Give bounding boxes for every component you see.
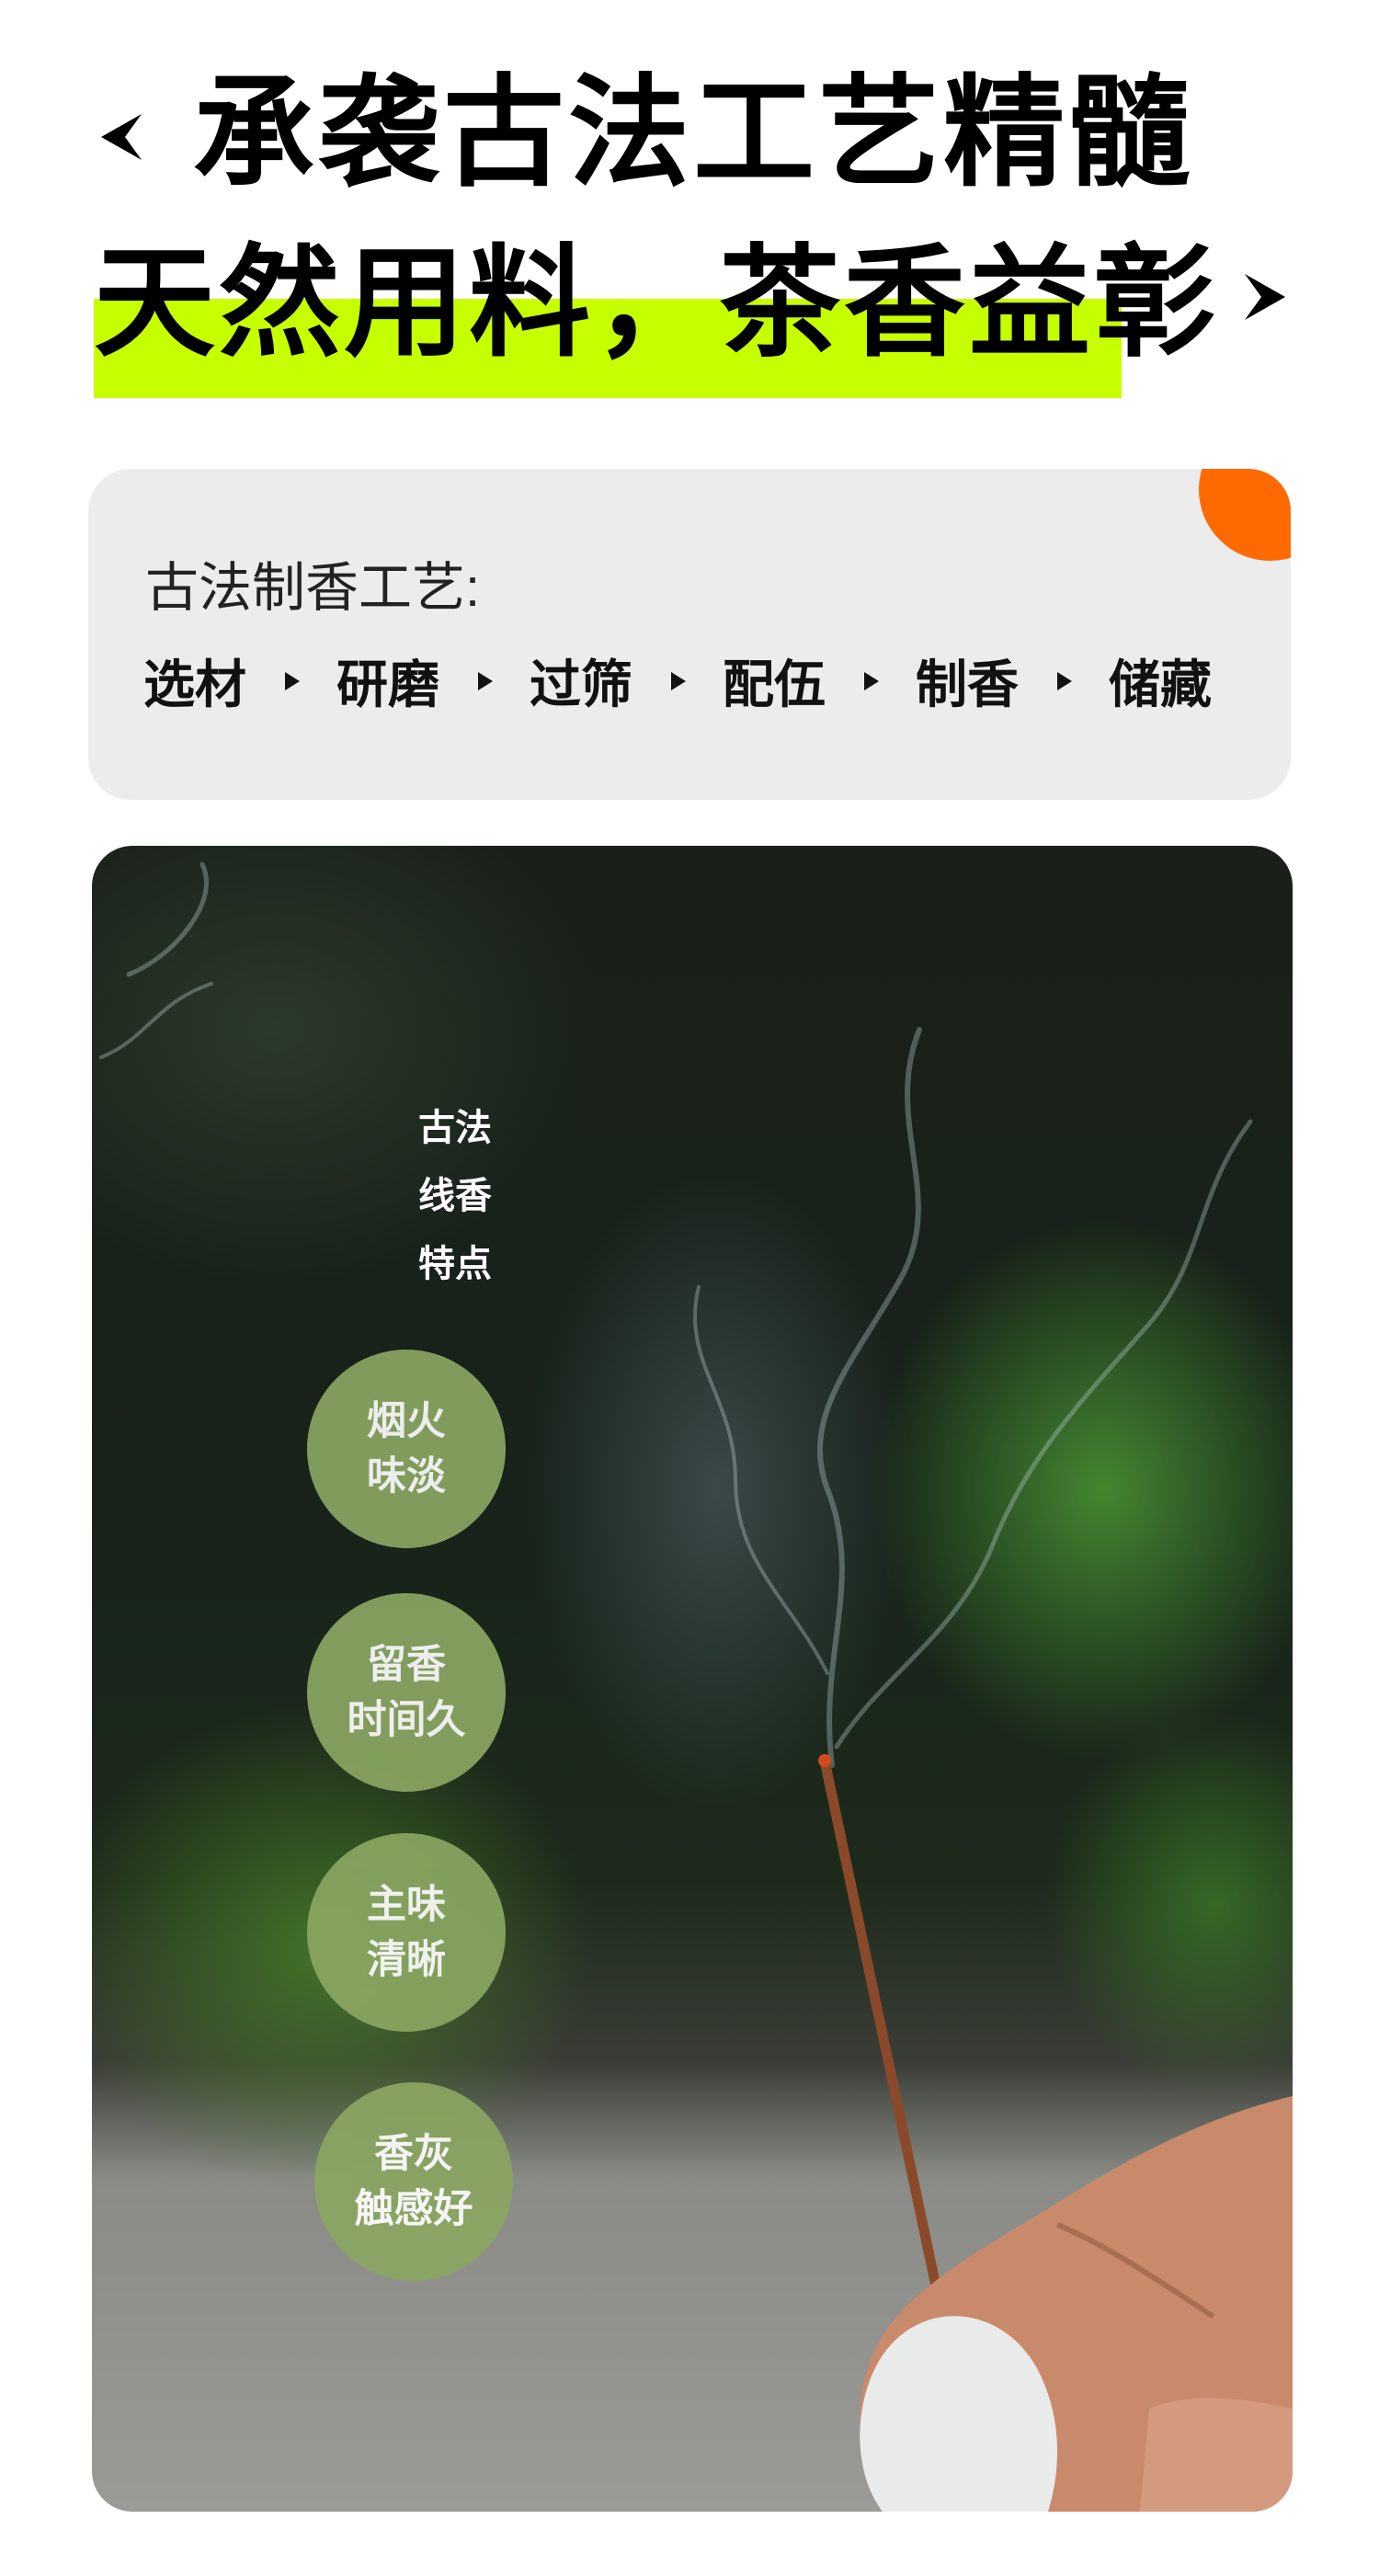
triangle-right-icon: [1057, 671, 1072, 690]
process-step: 储藏: [1109, 655, 1212, 715]
chevron-left-icon: [101, 114, 142, 160]
headline-line-1: 承袭古法工艺精髓: [193, 63, 1193, 204]
triangle-right-icon: [864, 671, 879, 690]
incense-stick-photo: 古法 线香 特点 烟火 味淡 留香 时间久 主味 清晰 香灰 触感好: [92, 846, 1293, 2512]
process-step: 配伍: [723, 655, 826, 715]
triangle-right-icon: [478, 671, 493, 690]
headline-section: 承袭古法工艺精髓 天然用料，茶香益彰: [0, 0, 1379, 432]
process-step: 选材: [143, 655, 246, 715]
triangle-right-icon: [285, 671, 300, 690]
headline-line-2: 天然用料，茶香益彰: [94, 233, 1219, 374]
process-step: 过筛: [530, 655, 633, 715]
process-card: 古法制香工艺: 选材 研磨 过筛 配伍 制香 储藏: [88, 469, 1291, 800]
process-step: 研磨: [336, 655, 439, 715]
process-step: 制香: [916, 655, 1019, 715]
chevron-right-icon: [1245, 274, 1285, 320]
corner-accent-dot: [1199, 469, 1291, 561]
process-steps: 选材 研磨 过筛 配伍 制香 储藏: [143, 644, 1212, 718]
process-title: 古法制香工艺:: [145, 558, 481, 618]
triangle-right-icon: [671, 671, 686, 690]
incense-and-hand: [818, 1754, 1293, 2512]
